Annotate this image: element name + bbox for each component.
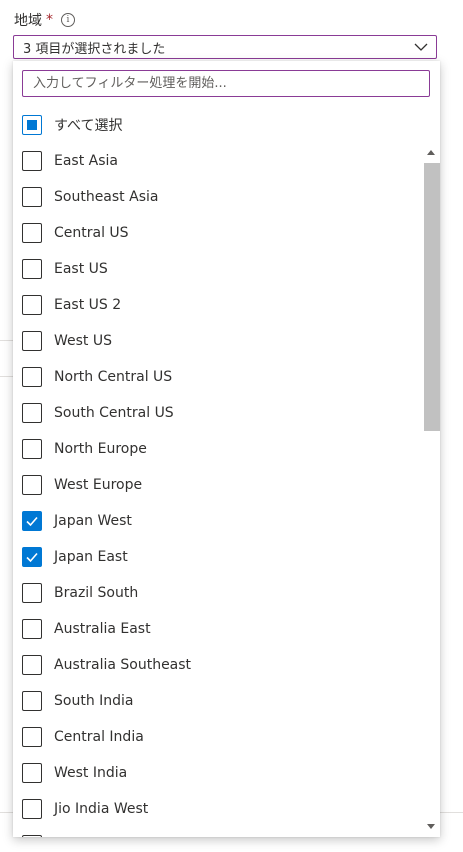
checkmark-icon <box>26 552 38 563</box>
region-checkbox[interactable] <box>22 367 42 387</box>
region-option[interactable] <box>13 827 418 837</box>
region-checkbox[interactable] <box>22 475 42 495</box>
region-checkbox[interactable] <box>22 331 42 351</box>
region-label: East US <box>54 261 108 277</box>
region-option[interactable]: Japan East <box>13 539 418 575</box>
region-checkbox[interactable] <box>22 511 42 531</box>
region-dropdown[interactable]: 3 項目が選択されました <box>13 35 437 59</box>
background-divider <box>0 340 13 341</box>
region-option[interactable]: East US 2 <box>13 287 418 323</box>
region-option[interactable]: West US <box>13 323 418 359</box>
region-option[interactable]: East Asia <box>13 143 418 179</box>
scroll-thumb[interactable] <box>424 163 440 431</box>
region-label: Southeast Asia <box>54 189 159 205</box>
region-option[interactable]: Australia East <box>13 611 418 647</box>
region-option[interactable]: North Europe <box>13 431 418 467</box>
region-checkbox[interactable] <box>22 835 42 837</box>
region-label: North Central US <box>54 369 173 385</box>
select-all-checkbox[interactable] <box>22 115 42 135</box>
region-checkbox[interactable] <box>22 763 42 783</box>
chevron-down-icon <box>414 43 428 51</box>
region-option[interactable]: Japan West <box>13 503 418 539</box>
region-checkbox[interactable] <box>22 619 42 639</box>
field-label-row: 地域 * i <box>14 9 75 31</box>
region-label: West US <box>54 333 113 349</box>
region-label: Japan East <box>54 549 128 565</box>
background-divider <box>0 812 13 813</box>
region-label: North Europe <box>54 441 147 457</box>
region-label: West India <box>54 765 128 781</box>
region-option[interactable]: South Central US <box>13 395 418 431</box>
region-checkbox[interactable] <box>22 799 42 819</box>
region-checkbox[interactable] <box>22 259 42 279</box>
region-option[interactable]: South India <box>13 683 418 719</box>
region-label: South India <box>54 693 134 709</box>
dropdown-value: 3 項目が選択されました <box>23 41 166 57</box>
field-label: 地域 <box>14 13 42 29</box>
filter-input[interactable] <box>22 70 430 97</box>
region-checkbox[interactable] <box>22 547 42 567</box>
select-all-option[interactable]: すべて選択 <box>13 107 440 143</box>
region-label: East US 2 <box>54 297 122 313</box>
region-checkbox[interactable] <box>22 583 42 603</box>
region-option[interactable]: Central India <box>13 719 418 755</box>
region-label: Australia East <box>54 621 151 637</box>
region-option[interactable]: North Central US <box>13 359 418 395</box>
partial-indicator <box>27 120 37 130</box>
region-checkbox[interactable] <box>22 223 42 243</box>
region-label: South Central US <box>54 405 174 421</box>
region-checkbox[interactable] <box>22 295 42 315</box>
region-option[interactable]: Central US <box>13 215 418 251</box>
region-checkbox[interactable] <box>22 151 42 171</box>
region-checkbox[interactable] <box>22 691 42 711</box>
region-checkbox[interactable] <box>22 655 42 675</box>
scroll-down-arrow-icon[interactable] <box>427 824 435 829</box>
required-mark: * <box>46 12 53 28</box>
scrollbar[interactable] <box>422 143 440 837</box>
region-option[interactable]: West India <box>13 755 418 791</box>
region-checkbox[interactable] <box>22 727 42 747</box>
region-option[interactable]: Australia Southeast <box>13 647 418 683</box>
region-checkbox[interactable] <box>22 439 42 459</box>
region-option[interactable]: East US <box>13 251 418 287</box>
region-option[interactable]: Brazil South <box>13 575 418 611</box>
select-all-label: すべて選択 <box>54 118 123 134</box>
info-icon[interactable]: i <box>61 13 75 27</box>
region-label: West Europe <box>54 477 143 493</box>
background-divider <box>0 376 13 377</box>
region-checkbox[interactable] <box>22 187 42 207</box>
region-option[interactable]: Jio India West <box>13 791 418 827</box>
region-label: Central US <box>54 225 129 241</box>
region-label: Japan West <box>54 513 132 529</box>
dropdown-panel: すべて選択 East AsiaSoutheast AsiaCentral USE… <box>13 61 440 837</box>
region-label: Australia Southeast <box>54 657 192 673</box>
region-option[interactable]: West Europe <box>13 467 418 503</box>
scroll-up-arrow-icon[interactable] <box>427 150 435 155</box>
region-option[interactable]: Southeast Asia <box>13 179 418 215</box>
region-checkbox[interactable] <box>22 403 42 423</box>
region-label: Brazil South <box>54 585 139 601</box>
checkmark-icon <box>26 516 38 527</box>
region-label: Jio India West <box>54 801 149 817</box>
background-divider <box>440 812 463 813</box>
region-label: Central India <box>54 729 144 745</box>
region-list[interactable]: East Asia Southeast Asia Central US East US… <box>13 143 418 837</box>
region-label: East Asia <box>54 153 118 169</box>
